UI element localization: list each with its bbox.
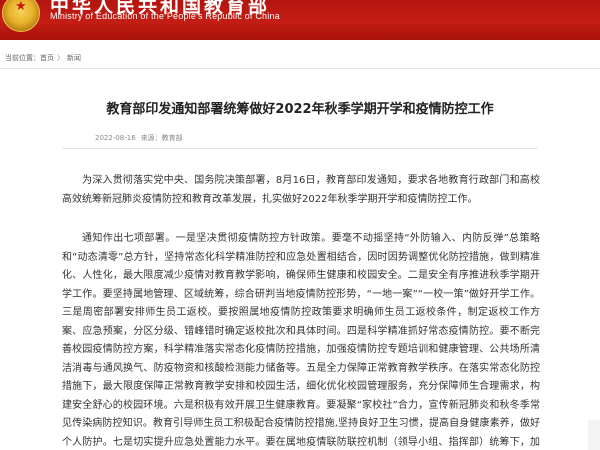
article-paragraph: 为深入贯彻落实党中央、国务院决策部署，8月16日，教育部印发通知，要求各地教育行…: [62, 175, 540, 205]
star-icon: ★: [15, 0, 27, 14]
meta-divider: [62, 148, 538, 149]
breadcrumb-news-link[interactable]: 新闻: [67, 54, 81, 62]
article-source: 来源：教育部: [140, 134, 183, 142]
breadcrumb: 当前位置：首页〉新闻: [5, 53, 81, 63]
breadcrumb-home-link[interactable]: 首页: [40, 54, 54, 62]
article-meta: 2022-08-16 来源：教育部: [95, 133, 183, 143]
national-emblem-icon[interactable]: ★: [2, 0, 40, 32]
article-title: 教育部印发通知部署统筹做好2022年秋季学期开学和疫情防控工作: [106, 102, 494, 117]
site-header: ★ 中华人民共和国教育部 Ministry of Education of th…: [0, 0, 600, 40]
site-subtitle: Ministry of Education of the People's Re…: [50, 11, 280, 21]
article-date: 2022-08-16: [95, 134, 136, 142]
page-scrollbar[interactable]: [588, 420, 600, 450]
article-paragraph: 通知作出七项部署。一是坚决贯彻疫情防控方针政策。要毫不动摇坚持“外防输入、内防反…: [62, 233, 540, 448]
breadcrumb-prefix: 当前位置：: [5, 54, 40, 62]
page: ★ 中华人民共和国教育部 Ministry of Education of th…: [0, 0, 600, 450]
breadcrumb-divider: [0, 68, 600, 69]
breadcrumb-separator: 〉: [57, 54, 64, 62]
